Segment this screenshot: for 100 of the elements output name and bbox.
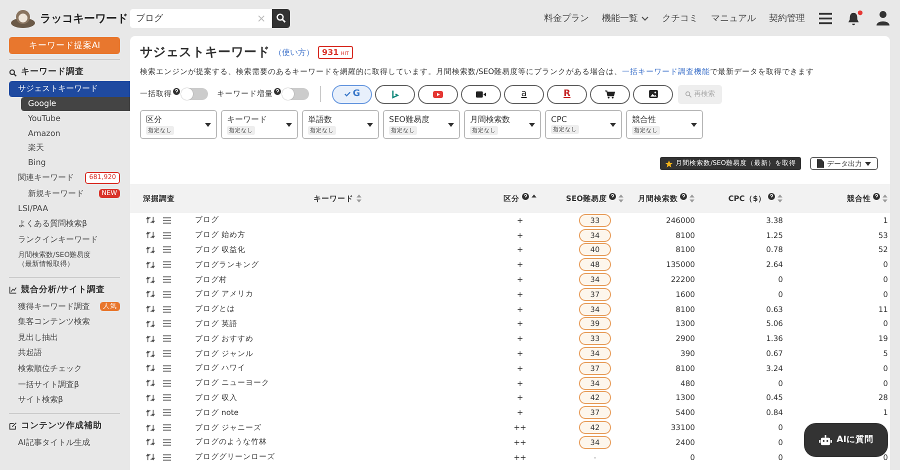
bing-icon — [392, 90, 398, 98]
nav-link[interactable]: 料金プラン — [544, 12, 589, 24]
repeat-icon[interactable] — [146, 379, 155, 388]
sidebar-item[interactable]: 一括サイト調査β — [0, 376, 130, 392]
list-icon[interactable] — [163, 364, 171, 372]
logo-text[interactable]: ラッコキーワード — [40, 10, 128, 26]
amazon-engine-button[interactable]: a — [504, 84, 544, 104]
sidebar-item[interactable]: 検索順位チェック — [0, 361, 130, 377]
repeat-icon[interactable] — [146, 260, 155, 269]
repeat-icon[interactable] — [146, 334, 155, 343]
section-title: 競合分析/サイト調査 — [21, 286, 106, 294]
list-icon[interactable] — [163, 335, 171, 342]
help-icon — [680, 192, 687, 200]
help-icon — [873, 192, 880, 200]
section-title: キーワード調査 — [21, 68, 84, 77]
repeat-icon[interactable] — [146, 231, 155, 240]
caret-icon — [205, 122, 211, 126]
repeat-icon[interactable] — [146, 424, 155, 432]
sidebar-subitem[interactable]: Google — [21, 96, 130, 112]
chevron-down-icon — [641, 16, 649, 20]
sidebar-item[interactable]: サイト検索β — [0, 392, 130, 408]
repeat-icon[interactable] — [146, 438, 155, 446]
list-icon[interactable] — [163, 232, 171, 239]
caret-icon — [691, 122, 697, 126]
repeat-icon[interactable] — [146, 364, 155, 372]
repeat-icon[interactable] — [146, 453, 155, 462]
search-field[interactable]: ブログ × — [130, 8, 272, 28]
toggle-switch[interactable] — [181, 88, 208, 100]
list-icon[interactable] — [163, 216, 171, 224]
sidebar-subitem[interactable]: 楽天 — [0, 140, 130, 156]
user-icon[interactable] — [876, 10, 890, 26]
repeat-icon[interactable] — [146, 276, 155, 284]
video-play-icon — [433, 90, 443, 98]
image-engine-button[interactable] — [633, 84, 673, 104]
nav-link[interactable]: クチコミ — [662, 12, 698, 24]
repeat-icon[interactable] — [146, 320, 155, 328]
sidebar-item[interactable]: 共起語 — [0, 346, 130, 362]
file-icon — [817, 159, 824, 168]
video-engine-button[interactable] — [461, 84, 501, 104]
rakuten-engine-button[interactable]: R — [547, 84, 587, 104]
repeat-icon[interactable] — [146, 290, 155, 298]
star-icon — [665, 160, 674, 168]
otter-logo-icon — [10, 8, 36, 28]
list-icon[interactable] — [163, 424, 171, 432]
search-icon — [9, 68, 17, 76]
menu-icon[interactable] — [818, 12, 833, 24]
sidebar-item[interactable]: LSI/PAA — [0, 200, 130, 217]
list-icon[interactable] — [163, 394, 171, 402]
sidebar-item[interactable]: よくある質問検索β — [0, 216, 130, 232]
search-icon — [276, 13, 286, 23]
search-icon — [685, 90, 692, 98]
toggle-switch[interactable] — [282, 88, 309, 100]
sidebar-subitem[interactable]: Amazon — [0, 126, 130, 141]
google-engine-button[interactable]: G — [332, 84, 372, 104]
repeat-icon[interactable] — [146, 350, 155, 358]
nav-link[interactable]: 契約管理 — [769, 12, 805, 24]
list-icon[interactable] — [163, 276, 171, 284]
list-icon[interactable] — [163, 261, 171, 268]
video-camera-icon — [476, 90, 486, 98]
sidebar-item[interactable]: 集客コンテンツ検索 — [0, 314, 130, 330]
sidebar-item[interactable]: 見出し抽出 — [0, 330, 130, 346]
repeat-icon[interactable] — [146, 394, 155, 402]
list-icon[interactable] — [163, 320, 171, 328]
help-icon — [173, 88, 180, 95]
help-icon — [608, 192, 616, 200]
caret-icon — [865, 162, 871, 166]
page-title: サジェストキーワード — [140, 44, 270, 61]
help-link[interactable]: （使い方） — [274, 47, 314, 58]
list-icon[interactable] — [163, 380, 171, 387]
caret-icon — [529, 122, 535, 126]
list-icon[interactable] — [163, 454, 171, 461]
help-icon — [274, 88, 281, 95]
caret-icon — [286, 122, 292, 126]
nav-link[interactable]: マニュアル — [711, 12, 756, 24]
nav-link[interactable]: 機能一覧 — [602, 12, 649, 24]
help-icon — [522, 192, 528, 200]
image-icon — [648, 90, 658, 98]
shopping-engine-button[interactable] — [590, 84, 630, 104]
sidebar-subitem[interactable]: Bing — [0, 156, 130, 171]
sidebar-item[interactable]: サジェストキーワード — [9, 81, 130, 97]
list-icon[interactable] — [163, 409, 171, 416]
list-icon[interactable] — [163, 246, 171, 254]
sidebar-subitem[interactable]: YouTube — [0, 111, 130, 126]
check-icon — [344, 91, 351, 97]
list-icon[interactable] — [163, 306, 171, 313]
list-icon[interactable] — [163, 290, 171, 298]
youtube-engine-button[interactable] — [418, 84, 458, 104]
robot-icon — [818, 434, 832, 446]
repeat-icon[interactable] — [146, 246, 155, 254]
repeat-icon[interactable] — [146, 305, 155, 314]
repeat-icon[interactable] — [146, 216, 155, 224]
notification-bell-icon[interactable] — [846, 10, 863, 26]
search-button[interactable] — [272, 8, 290, 28]
list-icon[interactable] — [163, 350, 171, 358]
sidebar-item[interactable]: AI記事タイトル生成 — [0, 434, 130, 450]
caret-icon — [448, 122, 454, 126]
sidebar-item[interactable]: ランクインキーワード — [0, 232, 130, 248]
repeat-icon[interactable] — [146, 408, 155, 417]
bing-engine-button[interactable] — [375, 84, 415, 104]
list-icon[interactable] — [163, 438, 171, 446]
